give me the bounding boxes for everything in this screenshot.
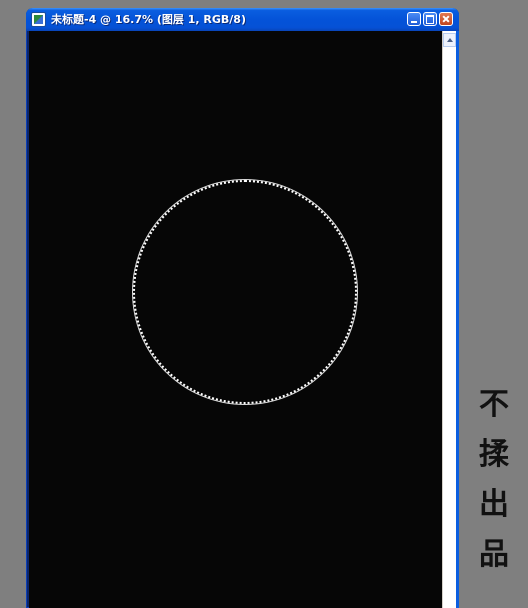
watermark-char: 品 (479, 537, 509, 572)
window-right-border (456, 31, 459, 608)
watermark-char: 出 (479, 487, 509, 522)
document-window: 未标题-4 @ 16.7% (图层 1, RGB/8) (26, 8, 459, 608)
scroll-up-arrow-icon[interactable] (443, 33, 456, 47)
circle-selection-outline (133, 180, 357, 404)
photoshop-document-icon[interactable] (31, 12, 46, 27)
title-bar[interactable]: 未标题-4 @ 16.7% (图层 1, RGB/8) (26, 8, 459, 31)
window-title: 未标题-4 @ 16.7% (图层 1, RGB/8) (51, 13, 246, 26)
vertical-scrollbar[interactable] (442, 31, 457, 608)
watermark-char: 揉 (479, 437, 509, 472)
close-icon[interactable] (439, 12, 453, 26)
maximize-icon[interactable] (423, 12, 437, 26)
watermark-text: 不 揉 出 品 (472, 380, 516, 580)
image-canvas[interactable] (29, 31, 442, 608)
watermark-char: 不 (479, 387, 509, 422)
minimize-icon[interactable] (407, 12, 421, 26)
